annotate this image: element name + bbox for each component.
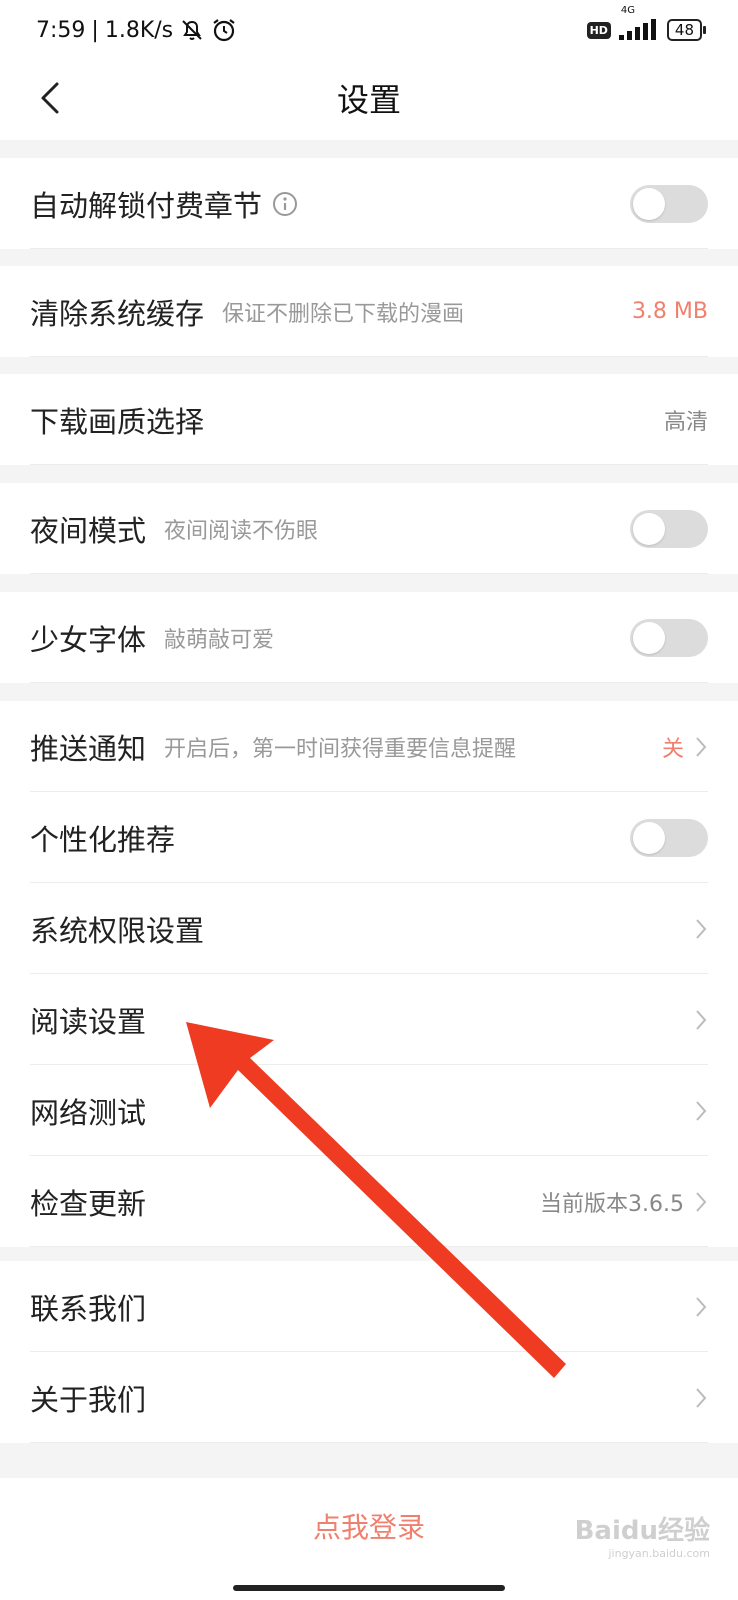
home-indicator[interactable]	[233, 1585, 505, 1591]
toggle-knob	[633, 187, 665, 220]
nav-bar: 设置	[0, 60, 738, 140]
push-status: 关	[661, 736, 684, 762]
setting-label: 推送通知	[30, 731, 147, 766]
divider	[30, 248, 708, 249]
divider	[30, 464, 708, 465]
watermark-text: Baidu经验	[574, 1516, 710, 1546]
group-download-quality: 下载画质选择 高清	[0, 374, 738, 465]
divider	[30, 356, 708, 357]
setting-label: 清除系统缓存	[30, 296, 205, 331]
group-clear-cache: 清除系统缓存 保证不删除已下载的漫画 3.8 MB	[0, 266, 738, 357]
setting-girl-font: 少女字体 敲萌敲可爱	[0, 592, 738, 683]
alarm-icon	[211, 17, 237, 43]
cache-size: 3.8 MB	[631, 299, 708, 324]
setting-label: 夜间模式	[30, 513, 147, 548]
baidu-watermark: Baidu经验 jingyan.baidu.com	[575, 1510, 710, 1560]
quality-value: 高清	[663, 409, 708, 435]
chevron-right-icon	[694, 1190, 708, 1214]
setting-subtitle: 保证不删除已下载的漫画	[222, 301, 465, 327]
setting-label: 少女字体	[30, 622, 147, 657]
setting-push[interactable]: 推送通知 开启后，第一时间获得重要信息提醒 关	[0, 701, 738, 792]
group-about: 联系我们 关于我们	[0, 1261, 738, 1443]
toggle-knob	[633, 621, 665, 654]
setting-auto-unlock: 自动解锁付费章节	[0, 158, 738, 249]
toggle-knob	[633, 512, 665, 545]
hd-badge: HD	[586, 21, 611, 39]
setting-network-test[interactable]: 网络测试	[0, 1065, 738, 1156]
setting-download-quality[interactable]: 下载画质选择 高清	[0, 374, 738, 465]
info-icon[interactable]	[272, 191, 298, 217]
chevron-right-icon	[694, 1386, 708, 1410]
setting-contact[interactable]: 联系我们	[0, 1261, 738, 1352]
setting-night-mode: 夜间模式 夜间阅读不伤眼	[0, 483, 738, 574]
setting-permissions[interactable]: 系统权限设置	[0, 883, 738, 974]
group-general: 推送通知 开启后，第一时间获得重要信息提醒 关 个性化推荐 系统权限设置 阅读设…	[0, 701, 738, 1247]
setting-subtitle: 夜间阅读不伤眼	[164, 518, 319, 544]
divider	[30, 1442, 708, 1443]
group-night-mode: 夜间模式 夜间阅读不伤眼	[0, 483, 738, 574]
girl-font-toggle[interactable]	[630, 618, 708, 657]
setting-label: 个性化推荐	[30, 822, 176, 857]
toggle-knob	[633, 821, 665, 854]
status-time: 7:59	[36, 17, 86, 43]
page-title: 设置	[336, 81, 401, 119]
group-auto-unlock: 自动解锁付费章节	[0, 158, 738, 249]
status-bar: 7:59 | 1.8K/s HD 4G 48	[0, 0, 738, 60]
divider	[30, 682, 708, 683]
chevron-right-icon	[694, 1295, 708, 1319]
setting-subtitle: 开启后，第一时间获得重要信息提醒	[164, 736, 517, 762]
bell-off-icon	[179, 18, 205, 42]
personalized-toggle[interactable]	[630, 818, 708, 857]
watermark-domain: jingyan.baidu.com	[608, 1547, 710, 1560]
setting-about[interactable]: 关于我们	[0, 1352, 738, 1443]
setting-clear-cache[interactable]: 清除系统缓存 保证不删除已下载的漫画 3.8 MB	[0, 266, 738, 357]
version-value: 当前版本3.6.5	[540, 1191, 684, 1217]
setting-label: 下载画质选择	[30, 404, 205, 439]
setting-check-update[interactable]: 检查更新 当前版本3.6.5	[0, 1156, 738, 1247]
setting-label: 系统权限设置	[30, 913, 205, 948]
auto-unlock-toggle[interactable]	[630, 184, 708, 223]
signal-icon: 4G	[618, 5, 659, 41]
signal-type: 4G	[620, 5, 636, 16]
setting-label: 阅读设置	[30, 1004, 147, 1039]
status-separator: |	[91, 17, 99, 43]
chevron-right-icon	[694, 917, 708, 941]
setting-subtitle: 敲萌敲可爱	[164, 627, 275, 653]
chevron-right-icon	[694, 1099, 708, 1123]
status-network-speed: 1.8K/s	[104, 17, 174, 43]
setting-label: 网络测试	[30, 1095, 147, 1130]
night-mode-toggle[interactable]	[630, 509, 708, 548]
setting-label: 自动解锁付费章节	[30, 188, 263, 223]
setting-personalized: 个性化推荐	[0, 792, 738, 883]
group-girl-font: 少女字体 敲萌敲可爱	[0, 592, 738, 683]
setting-label: 关于我们	[30, 1382, 147, 1417]
divider	[30, 573, 708, 574]
setting-reading[interactable]: 阅读设置	[0, 974, 738, 1065]
battery-icon: 48	[666, 19, 707, 41]
chevron-right-icon	[694, 1008, 708, 1032]
setting-label: 检查更新	[30, 1186, 147, 1221]
setting-label: 联系我们	[30, 1291, 147, 1326]
divider	[30, 1246, 708, 1247]
chevron-right-icon	[694, 735, 708, 759]
